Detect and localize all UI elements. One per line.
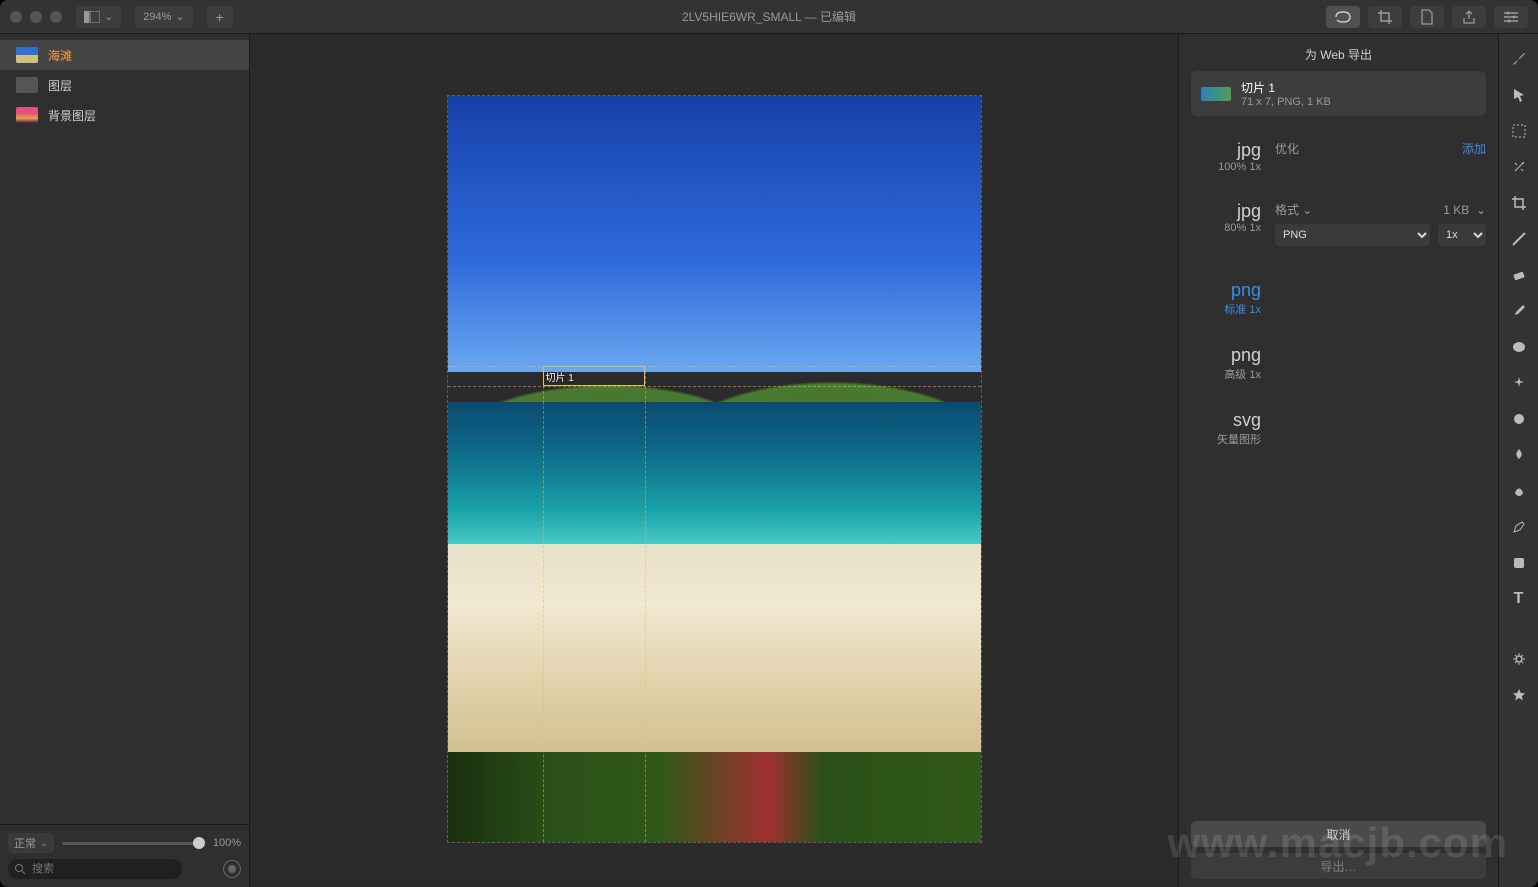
layer-row[interactable]: 图层 — [0, 70, 249, 100]
format-select[interactable]: PNG — [1275, 224, 1430, 246]
export-title: 为 Web 导出 — [1191, 42, 1486, 71]
export-button[interactable]: 导出… — [1191, 853, 1486, 879]
window-traffic-lights[interactable] — [10, 11, 62, 23]
smudge-icon[interactable] — [1508, 480, 1530, 502]
layer-row[interactable]: 背景图层 — [0, 100, 249, 130]
zoom-level[interactable]: 294%⌄ — [135, 6, 192, 28]
lasso-icon[interactable] — [1326, 6, 1360, 28]
zoom-value: 294% — [143, 11, 171, 23]
gear-icon[interactable] — [1508, 648, 1530, 670]
slice-card[interactable]: 切片 1 71 x 7, PNG, 1 KB — [1191, 71, 1486, 116]
layer-row[interactable]: 海滩 — [0, 40, 249, 70]
preset-jpg-100[interactable]: jpg100% 1x 优化 添加 — [1191, 140, 1486, 173]
opacity-slider[interactable] — [62, 842, 205, 845]
slice-thumb — [1201, 87, 1231, 101]
cancel-button[interactable]: 取消 — [1191, 821, 1486, 847]
crop-icon[interactable] — [1368, 6, 1402, 28]
blob-icon[interactable] — [1508, 408, 1530, 430]
visibility-toggle[interactable] — [223, 860, 241, 878]
slice-label: 切片 1 — [546, 369, 574, 384]
settings-icon[interactable] — [1494, 6, 1528, 28]
layer-thumb — [16, 77, 38, 93]
preset-png-advanced[interactable]: png高级 1x — [1191, 345, 1486, 382]
toolstrip: T — [1498, 34, 1538, 887]
eraser-icon[interactable] — [1508, 264, 1530, 286]
page-icon[interactable] — [1410, 6, 1444, 28]
rect-icon[interactable] — [1508, 552, 1530, 574]
canvas[interactable]: 切片 1 — [448, 96, 981, 842]
crop-tool-icon[interactable] — [1508, 192, 1530, 214]
layer-list: 海滩 图层 背景图层 — [0, 34, 249, 824]
slice-name: 切片 1 — [1241, 79, 1331, 96]
layers-footer: 正常⌄ 100% — [0, 824, 249, 887]
star-icon[interactable] — [1508, 684, 1530, 706]
search-icon — [14, 862, 26, 880]
color-picker-icon[interactable] — [1508, 300, 1530, 322]
brush-icon[interactable] — [1508, 48, 1530, 70]
line-icon[interactable] — [1508, 228, 1530, 250]
marquee-icon[interactable] — [1508, 120, 1530, 142]
pen-icon[interactable] — [1508, 516, 1530, 538]
preset-jpg-80[interactable]: jpg80% 1x 格式 ⌄ 1 KB ⌄ PNG 1x — [1191, 201, 1486, 252]
view-mode-button[interactable]: ⌄ — [76, 6, 121, 28]
size-label: 1 KB — [1443, 203, 1469, 217]
text-icon[interactable]: T — [1508, 588, 1530, 610]
slice-detail: 71 x 7, PNG, 1 KB — [1241, 96, 1331, 108]
expand-icon[interactable]: ⌄ — [1476, 203, 1486, 217]
opacity-value: 100% — [213, 837, 241, 849]
sparkle-icon[interactable] — [1508, 372, 1530, 394]
export-panel: 为 Web 导出 切片 1 71 x 7, PNG, 1 KB jpg100% … — [1178, 34, 1498, 887]
scale-select[interactable]: 1x — [1438, 224, 1486, 246]
preset-png-standard[interactable]: png标准 1x — [1191, 280, 1486, 317]
layer-search-input[interactable] — [8, 859, 182, 879]
layer-name: 背景图层 — [48, 107, 96, 124]
layer-thumb — [16, 107, 38, 123]
layer-name: 海滩 — [48, 47, 72, 64]
blend-mode-select[interactable]: 正常⌄ — [8, 833, 54, 853]
layer-thumb — [16, 47, 38, 63]
canvas-area[interactable]: 切片 1 — [250, 34, 1178, 887]
preset-svg[interactable]: svg矢量图形 — [1191, 410, 1486, 447]
layer-name: 图层 — [48, 77, 72, 94]
format-label: 格式 — [1275, 203, 1299, 217]
add-optimize-link[interactable]: 添加 — [1462, 140, 1486, 157]
shape-oval-icon[interactable] — [1508, 336, 1530, 358]
magic-wand-icon[interactable] — [1508, 156, 1530, 178]
flame-icon[interactable] — [1508, 444, 1530, 466]
share-icon[interactable] — [1452, 6, 1486, 28]
arrow-icon[interactable] — [1508, 84, 1530, 106]
layers-panel: 海滩 图层 背景图层 正常⌄ 100% — [0, 34, 250, 887]
titlebar: ⌄ 294%⌄ + 2LV5HIE6WR_SMALL — 已编辑 — [0, 0, 1538, 34]
add-tab-button[interactable]: + — [207, 6, 233, 28]
optimize-label: 优化 — [1275, 140, 1299, 157]
